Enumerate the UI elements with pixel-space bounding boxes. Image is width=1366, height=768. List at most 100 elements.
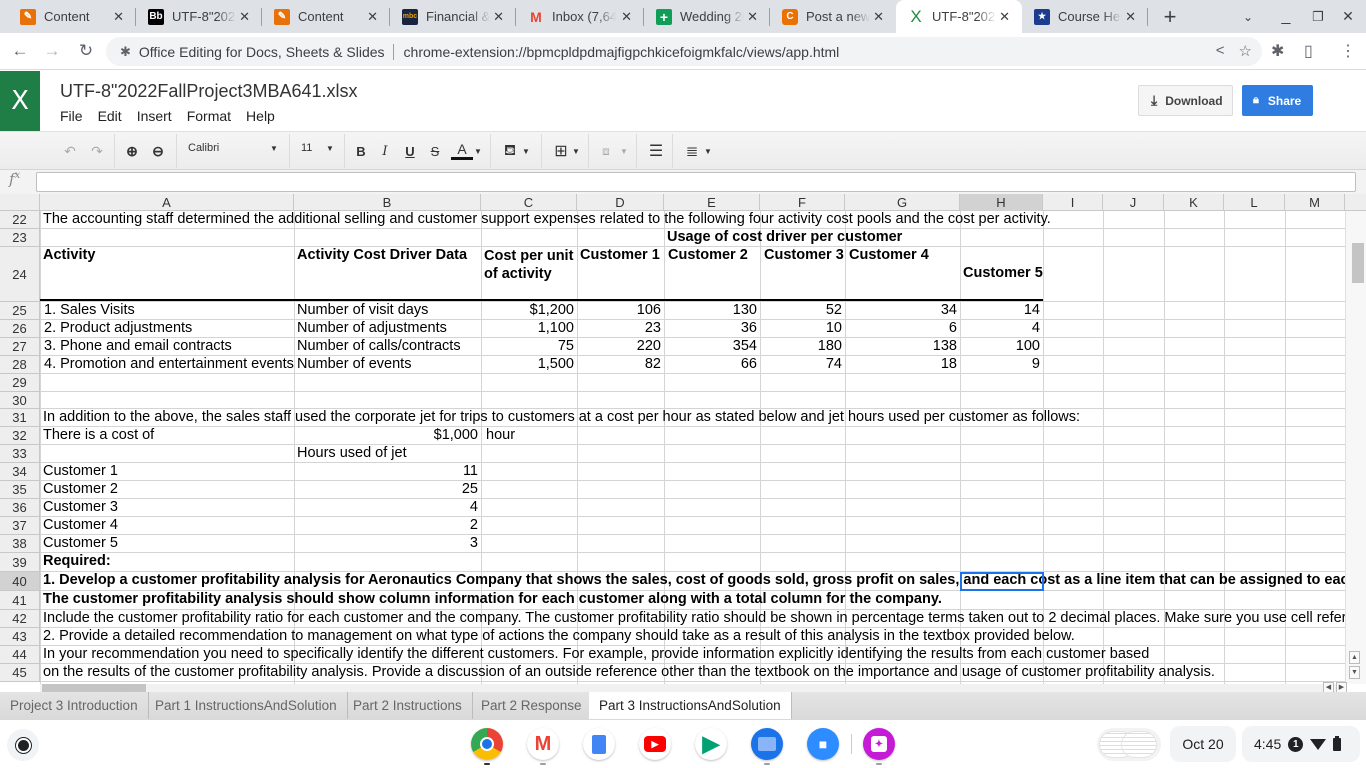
extensions-icon[interactable]: ✱ — [1271, 41, 1284, 61]
activity-name-cell[interactable]: 1. Sales Visits — [41, 302, 294, 319]
files-icon[interactable] — [751, 728, 783, 760]
close-tab-icon[interactable]: ✕ — [873, 9, 884, 25]
chevron-down-icon[interactable]: ▼ — [572, 140, 580, 162]
jet-hours-cell[interactable]: 4 — [294, 499, 481, 516]
column-header-a[interactable]: A — [40, 194, 294, 211]
zoom-in-icon[interactable]: ⊕ — [122, 140, 142, 162]
reload-icon[interactable]: ↻ — [74, 39, 98, 63]
cell-a32[interactable]: There is a cost of — [40, 427, 157, 444]
sheet-tab-part-3-active[interactable]: Part 3 InstructionsAndSolution — [589, 692, 792, 719]
cell-a42[interactable]: Include the customer profitability ratio… — [40, 610, 1345, 627]
row-header-42[interactable]: 42 — [0, 610, 40, 628]
menu-help[interactable]: Help — [246, 108, 275, 124]
cell-e24-customer-2-header[interactable]: Customer 2 — [665, 247, 760, 264]
jet-customer-cell[interactable]: Customer 4 — [40, 517, 121, 534]
zoom-out-icon[interactable]: ⊖ — [148, 140, 168, 162]
merge-cells-icon[interactable]: ⧈ — [596, 140, 616, 162]
row-header-38[interactable]: 38 — [0, 535, 40, 553]
borders-icon[interactable]: ⊞ — [551, 140, 571, 162]
browser-tab[interactable]: C Post a new question ✕ — [770, 0, 896, 33]
browser-tab[interactable]: Bb UTF-8"2022FallProject3MBA641 ✕ — [136, 0, 262, 33]
date-display[interactable]: Oct 20 — [1170, 726, 1236, 762]
tab-search-chevron-icon[interactable]: ⌄ — [1236, 0, 1260, 33]
cell-d24-customer-1-header[interactable]: Customer 1 — [577, 247, 663, 264]
column-header-e[interactable]: E — [664, 194, 760, 211]
browser-tab[interactable]: + Wedding 2023 ✕ — [644, 0, 770, 33]
horizontal-scrollbar[interactable] — [40, 684, 1345, 692]
usage-customer-3-cell[interactable]: 52 — [760, 302, 845, 319]
row-header-34[interactable]: 34 — [0, 463, 40, 481]
jet-hours-cell[interactable]: 11 — [294, 463, 481, 480]
minimize-icon[interactable]: _ — [1274, 0, 1298, 33]
cell-b24-driver-header[interactable]: Activity Cost Driver Data — [294, 247, 470, 264]
column-header-l[interactable]: L — [1224, 194, 1285, 211]
align-left-icon[interactable]: ≣ — [682, 140, 702, 162]
row-header-29[interactable]: 29 — [0, 374, 40, 392]
spreadsheet-grid[interactable]: A B C D E F G H I J K L M 22 23 24 25 26 27 28… — [0, 194, 1366, 684]
close-window-icon[interactable]: ✕ — [1336, 0, 1360, 33]
row-header-43[interactable]: 43 — [0, 628, 40, 646]
row-header-24[interactable]: 24 — [0, 247, 40, 302]
sheet-tab-part-2-response[interactable]: Part 2 Response — [471, 692, 593, 719]
close-tab-icon[interactable]: ✕ — [493, 9, 504, 25]
scroll-down-arrow-icon[interactable]: ▼ — [1349, 666, 1360, 679]
row-header-39[interactable]: 39 — [0, 553, 40, 572]
cell-a24-activity-header[interactable]: Activity — [40, 247, 98, 264]
browser-menu-icon[interactable]: ⋮ — [1340, 41, 1356, 61]
cell-a39-required[interactable]: Required: — [40, 553, 114, 570]
close-tab-icon[interactable]: ✕ — [367, 9, 378, 25]
horizontal-scroll-thumb[interactable] — [42, 684, 146, 692]
usage-customer-4-cell[interactable]: 6 — [845, 320, 960, 337]
column-header-j[interactable]: J — [1103, 194, 1164, 211]
usage-customer-4-cell[interactable]: 18 — [845, 356, 960, 373]
activity-cost-cell[interactable]: 75 — [481, 338, 577, 355]
chevron-down-icon[interactable]: ▼ — [522, 140, 530, 162]
usage-customer-3-cell[interactable]: 10 — [760, 320, 845, 337]
row-header-40[interactable]: 40 — [0, 572, 40, 591]
gmail-icon[interactable]: M — [527, 728, 559, 760]
jet-customer-cell[interactable]: Customer 3 — [40, 499, 121, 516]
cell-a40[interactable]: 1. Develop a customer profitability anal… — [40, 572, 1345, 589]
column-header-d[interactable]: D — [577, 194, 664, 211]
usage-customer-2-cell[interactable]: 130 — [664, 302, 760, 319]
chevron-down-icon[interactable]: ▼ — [704, 140, 712, 162]
selected-cell-h40[interactable] — [960, 572, 1044, 591]
row-header-44[interactable]: 44 — [0, 646, 40, 664]
menu-insert[interactable]: Insert — [137, 108, 172, 124]
usage-customer-3-cell[interactable]: 180 — [760, 338, 845, 355]
download-button[interactable]: ⤓ Download — [1138, 85, 1233, 116]
system-tray[interactable]: 4:45 1 — [1242, 726, 1360, 762]
activity-driver-cell[interactable]: Number of adjustments — [294, 320, 450, 337]
undo-icon[interactable]: ↶ — [60, 140, 80, 162]
jet-customer-cell[interactable]: Customer 2 — [40, 481, 121, 498]
new-tab-button[interactable]: + — [1156, 0, 1184, 33]
chevron-down-icon[interactable]: ▼ — [620, 140, 628, 162]
jet-customer-cell[interactable]: Customer 5 — [40, 535, 121, 552]
zoom-icon[interactable]: ■ — [807, 728, 839, 760]
usage-customer-1-cell[interactable]: 220 — [577, 338, 664, 355]
browser-tab[interactable]: M Inbox (7,648) ✕ — [516, 0, 644, 33]
close-tab-icon[interactable]: ✕ — [1125, 9, 1136, 25]
menu-format[interactable]: Format — [187, 108, 231, 124]
cell-a44[interactable]: In your recommendation you need to speci… — [40, 646, 1152, 663]
font-size-select[interactable]: 11 — [301, 142, 312, 154]
column-header-m[interactable]: M — [1285, 194, 1345, 211]
fill-color-icon[interactable]: ⛾ — [500, 140, 520, 162]
cell-a31[interactable]: In addition to the above, the sales staf… — [40, 409, 1083, 426]
usage-customer-3-cell[interactable]: 74 — [760, 356, 845, 373]
launcher-button[interactable] — [7, 729, 39, 761]
holding-space-thumbnails[interactable] — [1097, 728, 1161, 761]
cell-a45[interactable]: on the results of the customer profitabi… — [40, 664, 1218, 681]
usage-customer-1-cell[interactable]: 106 — [577, 302, 664, 319]
close-tab-icon[interactable]: ✕ — [747, 9, 758, 25]
cell-b33[interactable]: Hours used of jet — [294, 445, 410, 462]
cell-b32-jet-cost[interactable]: $1,000 — [294, 427, 481, 444]
bold-button[interactable]: B — [352, 140, 370, 162]
strikethrough-button[interactable]: S — [426, 140, 444, 162]
cell-c32-unit[interactable]: hour — [483, 427, 518, 444]
usage-customer-5-cell[interactable]: 100 — [960, 338, 1043, 355]
sheet-tab-part-1[interactable]: Part 1 InstructionsAndSolution — [145, 692, 348, 719]
close-tab-icon[interactable]: ✕ — [621, 9, 632, 25]
row-header-37[interactable]: 37 — [0, 517, 40, 535]
close-tab-icon[interactable]: ✕ — [239, 9, 250, 25]
